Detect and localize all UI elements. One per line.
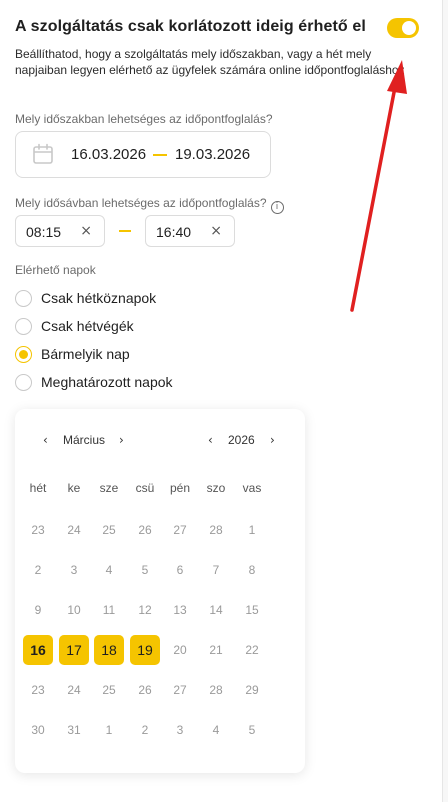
calendar-day[interactable]: 23 (23, 515, 53, 545)
radio-label: Meghatározott napok (41, 374, 173, 390)
calendar-day[interactable]: 9 (23, 595, 53, 625)
calendar-day[interactable]: 22 (237, 635, 267, 665)
calendar-day[interactable]: 4 (94, 555, 124, 585)
info-icon[interactable]: i (270, 201, 284, 214)
availability-toggle[interactable] (387, 18, 419, 38)
calendar-day[interactable]: 14 (201, 595, 231, 625)
date-range-separator (153, 154, 167, 156)
calendar-day[interactable]: 27 (165, 515, 195, 545)
clear-end-time-icon[interactable]: × (210, 223, 222, 239)
time-range-label-text: Mely idősávban lehetséges az időpontfogl… (15, 196, 267, 210)
calendar-day[interactable]: 11 (94, 595, 124, 625)
calendar-day[interactable]: 28 (201, 675, 231, 705)
next-month-icon[interactable]: › (119, 433, 124, 447)
calendar-day[interactable]: 5 (130, 555, 160, 585)
calendar-day[interactable]: 25 (94, 675, 124, 705)
prev-month-icon[interactable]: ‹ (43, 433, 48, 447)
calendar-day[interactable]: 1 (94, 715, 124, 745)
radio-label: Bármelyik nap (41, 346, 130, 362)
time-end-field[interactable]: 16:40 × (145, 215, 235, 247)
calendar-day-selected[interactable]: 17 (59, 635, 89, 665)
calendar-day[interactable]: 1 (237, 515, 267, 545)
calendar-day[interactable]: 26 (130, 675, 160, 705)
calendar-day[interactable]: 31 (59, 715, 89, 745)
calendar-month[interactable]: Március (63, 433, 105, 447)
weekday-label: vas (242, 481, 262, 495)
period-label: Mely időszakban lehetséges az időpontfog… (15, 112, 273, 126)
calendar-day[interactable]: 24 (59, 515, 89, 545)
time-range-label: Mely idősávban lehetséges az időpontfogl… (15, 196, 284, 214)
calendar-day[interactable]: 20 (165, 635, 195, 665)
calendar-day[interactable]: 2 (130, 715, 160, 745)
radio-button[interactable] (15, 318, 32, 335)
page-title: A szolgáltatás csak korlátozott ideig ér… (15, 18, 366, 35)
calendar-year[interactable]: 2026 (228, 433, 255, 447)
weekday-label: csü (135, 481, 155, 495)
calendar-day[interactable]: 26 (130, 515, 160, 545)
weekday-label: ke (67, 481, 81, 495)
date-start[interactable]: 16.03.2026 (71, 146, 146, 163)
calendar-day[interactable]: 5 (237, 715, 267, 745)
calendar-popup: ‹ Március › ‹ 2026 › hét ke sze csü pén szo va… (15, 409, 305, 773)
calendar-day[interactable]: 7 (201, 555, 231, 585)
calendar-day[interactable]: 21 (201, 635, 231, 665)
weekday-label: pén (169, 481, 191, 495)
description-text: Beállíthatod, hogy a szolgáltatás mely i… (15, 47, 405, 77)
date-range-picker[interactable]: 16.03.2026 19.03.2026 (15, 131, 271, 178)
calendar-day[interactable]: 3 (165, 715, 195, 745)
calendar-day[interactable]: 27 (165, 675, 195, 705)
time-end-value[interactable]: 16:40 (156, 224, 191, 240)
calendar-day[interactable]: 12 (130, 595, 160, 625)
calendar-day[interactable]: 15 (237, 595, 267, 625)
calendar-day-selected[interactable]: 18 (94, 635, 124, 665)
calendar-day[interactable]: 2 (23, 555, 53, 585)
calendar-day-selected[interactable]: 19 (130, 635, 160, 665)
time-range-separator (119, 230, 131, 232)
radio-button[interactable] (15, 290, 32, 307)
calendar-day[interactable]: 4 (201, 715, 231, 745)
calendar-day[interactable]: 10 (59, 595, 89, 625)
available-days-label: Elérhető napok (15, 263, 96, 277)
prev-year-icon[interactable]: ‹ (208, 433, 213, 447)
calendar-day[interactable]: 28 (201, 515, 231, 545)
weekday-label: szo (206, 481, 226, 495)
radio-label: Csak hétvégék (41, 318, 134, 334)
time-start-value[interactable]: 08:15 (26, 224, 61, 240)
calendar-day[interactable]: 3 (59, 555, 89, 585)
header: A szolgáltatás csak korlátozott ideig ér… (15, 16, 425, 40)
calendar-icon (33, 143, 53, 164)
calendar-day[interactable]: 25 (94, 515, 124, 545)
calendar-day[interactable]: 24 (59, 675, 89, 705)
panel-gutter (443, 0, 448, 802)
radio-button[interactable] (15, 374, 32, 391)
calendar-day[interactable]: 29 (237, 675, 267, 705)
calendar-day[interactable]: 6 (165, 555, 195, 585)
weekday-label: sze (99, 481, 119, 495)
date-end[interactable]: 19.03.2026 (175, 146, 250, 163)
calendar-day[interactable]: 23 (23, 675, 53, 705)
weekday-label: hét (29, 481, 47, 495)
radio-button-checked[interactable] (15, 346, 32, 363)
radio-label: Csak hétköznapok (41, 290, 157, 306)
time-start-field[interactable]: 08:15 × (15, 215, 105, 247)
calendar-day[interactable]: 8 (237, 555, 267, 585)
next-year-icon[interactable]: › (270, 433, 275, 447)
calendar-day[interactable]: 13 (165, 595, 195, 625)
toggle-knob (402, 21, 416, 35)
calendar-day[interactable]: 30 (23, 715, 53, 745)
clear-start-time-icon[interactable]: × (80, 223, 92, 239)
calendar-day-selected[interactable]: 16 (23, 635, 53, 665)
